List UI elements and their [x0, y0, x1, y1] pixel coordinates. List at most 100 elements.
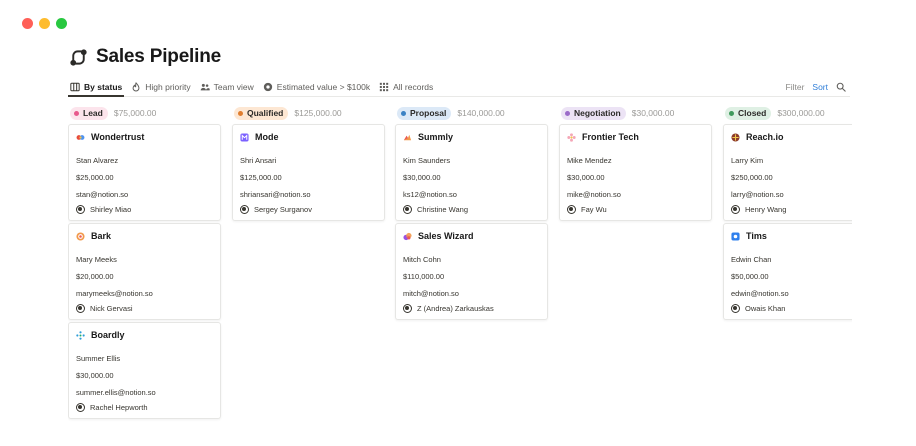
- contact-email: mike@notion.so: [567, 190, 621, 199]
- avatar: [76, 403, 85, 412]
- deal-owner: Nick Gervasi: [76, 304, 133, 313]
- active-tab-indicator: [68, 95, 124, 97]
- pipeline-icon: [70, 48, 87, 66]
- card-list: Frontier Tech Mike Mendez $30,000.00 mik…: [559, 124, 712, 223]
- deal-name: Wondertrust: [76, 132, 144, 142]
- deal-value: $30,000.00: [567, 173, 605, 182]
- board-icon: [70, 82, 80, 92]
- owner-name: Christine Wang: [417, 205, 468, 214]
- frontiertech-logo: [567, 132, 576, 142]
- toolbar-divider: [68, 96, 850, 97]
- wondertrust-logo: [76, 134, 85, 140]
- column-total: $140,000.00: [457, 108, 505, 118]
- contact-email: mitch@notion.so: [403, 289, 459, 298]
- deal-card[interactable]: Summly Kim Saunders $30,000.00 ks12@noti…: [395, 124, 548, 221]
- deal-card[interactable]: Wondertrust Stan Alvarez $25,000.00 stan…: [68, 124, 221, 221]
- page-header: Sales Pipeline: [68, 46, 221, 68]
- status-label: Closed: [738, 108, 767, 118]
- card-list: Mode Shri Ansari $125,000.00 shriansari@…: [232, 124, 385, 223]
- status-badge[interactable]: Qualified: [234, 106, 289, 120]
- tab-all-records[interactable]: All records: [379, 78, 433, 96]
- status-badge[interactable]: Negotiation: [561, 106, 626, 120]
- deal-name: Bark: [76, 231, 111, 241]
- saleswizard-logo: [403, 232, 412, 240]
- status-badge[interactable]: Proposal: [397, 106, 452, 120]
- contact-email: stan@notion.so: [76, 190, 129, 199]
- status-dot: [565, 110, 570, 116]
- deal-owner: Sergey Surganov: [240, 205, 312, 214]
- column-negotiation: Negotiation $30,000.00 Frontier Tech Mik…: [559, 105, 712, 221]
- tab-estimated-value[interactable]: Estimated value > $100k: [263, 78, 370, 96]
- tab-team-view[interactable]: Team view: [200, 78, 254, 96]
- deal-value: $30,000.00: [403, 173, 441, 182]
- contact-email: larry@notion.so: [731, 190, 784, 199]
- status-dot: [238, 110, 243, 116]
- reachio-logo: [731, 132, 740, 142]
- contact-email: marymeeks@notion.so: [76, 289, 153, 298]
- contact-name: Mary Meeks: [76, 255, 117, 264]
- tab-by-status[interactable]: By status: [70, 78, 122, 96]
- minimize-window-button[interactable]: [39, 18, 50, 29]
- close-window-button[interactable]: [22, 18, 33, 29]
- deal-name: Summly: [403, 132, 453, 142]
- deal-name: Mode: [240, 132, 279, 142]
- deal-value: $25,000.00: [76, 173, 114, 182]
- deal-name: Tims: [731, 231, 767, 241]
- card-list: Summly Kim Saunders $30,000.00 ks12@noti…: [395, 124, 548, 322]
- deal-card[interactable]: Bark Mary Meeks $20,000.00 marymeeks@not…: [68, 223, 221, 320]
- owner-name: Fay Wu: [581, 205, 607, 214]
- deal-title: Mode: [255, 132, 279, 142]
- contact-name: Kim Saunders: [403, 156, 451, 165]
- owner-name: Owais Khan: [745, 304, 786, 313]
- view-toolbar: By status High priority Team view Estima…: [70, 78, 846, 96]
- deal-card[interactable]: Sales Wizard Mitch Cohn $110,000.00 mitc…: [395, 223, 548, 320]
- window-controls: [22, 18, 67, 29]
- status-badge[interactable]: Closed: [725, 106, 772, 120]
- deal-card[interactable]: Mode Shri Ansari $125,000.00 shriansari@…: [232, 124, 385, 221]
- mode-logo: [240, 132, 249, 142]
- owner-name: Shirley Miao: [90, 205, 132, 214]
- deal-title: Boardly: [91, 330, 125, 340]
- deal-title: Tims: [746, 231, 767, 241]
- owner-name: Z (Andrea) Zarkauskas: [417, 304, 494, 313]
- column-proposal: Proposal $140,000.00 Summly Kim Saunders…: [395, 105, 548, 320]
- deal-owner: Fay Wu: [567, 205, 607, 214]
- toolbar-actions: Filter Sort: [786, 82, 846, 92]
- deal-card[interactable]: Reach.io Larry Kim $250,000.00 larry@not…: [723, 124, 852, 221]
- maximize-window-button[interactable]: [56, 18, 67, 29]
- deal-value: $250,000.00: [731, 173, 773, 182]
- deal-title: Reach.io: [746, 132, 784, 142]
- column-header: Proposal $140,000.00: [395, 105, 548, 121]
- contact-name: Shri Ansari: [240, 156, 277, 165]
- deal-card[interactable]: Tims Edwin Chan $50,000.00 edwin@notion.…: [723, 223, 852, 320]
- deal-title: Wondertrust: [91, 132, 145, 142]
- tab-label: All records: [393, 82, 434, 92]
- boardly-logo: [76, 330, 85, 340]
- status-label: Qualified: [247, 108, 284, 118]
- filter-button[interactable]: Filter: [786, 82, 805, 92]
- avatar: [731, 304, 740, 313]
- status-dot: [74, 110, 79, 116]
- deal-name: Boardly: [76, 330, 125, 340]
- tab-high-priority[interactable]: High priority: [131, 78, 191, 96]
- deal-name: Frontier Tech: [567, 132, 639, 142]
- deal-card[interactable]: Frontier Tech Mike Mendez $30,000.00 mik…: [559, 124, 712, 221]
- tab-label: Estimated value > $100k: [276, 82, 371, 92]
- deal-title: Summly: [418, 132, 454, 142]
- deal-owner: Rachel Hepworth: [76, 403, 148, 412]
- column-header: Negotiation $30,000.00: [559, 105, 712, 121]
- avatar: [403, 304, 412, 313]
- owner-name: Henry Wang: [745, 205, 787, 214]
- contact-email: ks12@notion.so: [403, 190, 457, 199]
- deal-title: Frontier Tech: [582, 132, 639, 142]
- column-total: $30,000.00: [631, 108, 675, 118]
- status-badge[interactable]: Lead: [70, 106, 108, 120]
- search-button[interactable]: [836, 82, 846, 92]
- deal-card[interactable]: Boardly Summer Ellis $30,000.00 summer.e…: [68, 322, 221, 419]
- contact-name: Mitch Cohn: [403, 255, 441, 264]
- status-dot: [729, 110, 734, 116]
- flame-icon: [132, 82, 140, 92]
- contact-name: Larry Kim: [731, 156, 764, 165]
- sort-button[interactable]: Sort: [812, 82, 828, 92]
- deal-name: Reach.io: [731, 132, 784, 142]
